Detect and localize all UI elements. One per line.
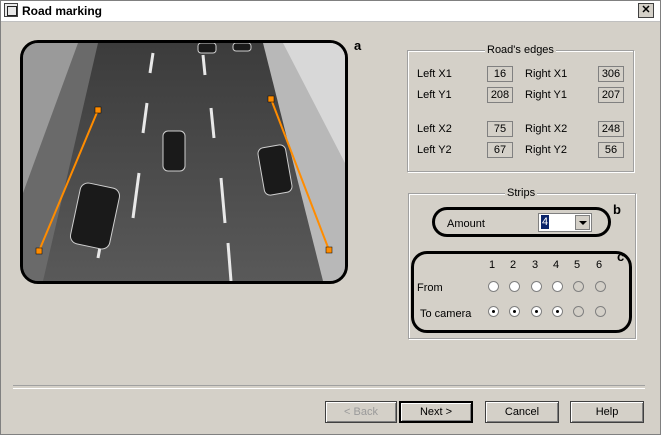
callout-a: a (354, 38, 362, 53)
callout-c: c (617, 249, 625, 264)
left-x1-value: 16 (487, 66, 513, 82)
strip-column-2: 2 (510, 259, 517, 271)
from-label: From (417, 282, 443, 294)
window-title: Road marking (22, 4, 103, 18)
left-x1-label: Left X1 (417, 68, 452, 80)
left-x2-value: 75 (487, 121, 513, 137)
app-icon (4, 3, 18, 17)
back-button[interactable]: < Back (325, 401, 397, 423)
to-camera-radio-1[interactable] (488, 306, 499, 317)
from-radio-4[interactable] (552, 281, 563, 292)
close-button[interactable]: ✕ (638, 3, 654, 18)
to-camera-radio-4[interactable] (552, 306, 563, 317)
right-y1-label: Right Y1 (525, 89, 567, 101)
camera-view[interactable] (20, 40, 348, 284)
cancel-button[interactable]: Cancel (485, 401, 559, 423)
right-y2-label: Right Y2 (525, 144, 567, 156)
right-x1-value: 306 (598, 66, 624, 82)
to-camera-radio-3[interactable] (531, 306, 542, 317)
strip-column-3: 3 (532, 259, 539, 271)
to-camera-radio-2[interactable] (509, 306, 520, 317)
left-x2-label: Left X2 (417, 123, 452, 135)
from-radio-5 (573, 281, 584, 292)
to-camera-radio-5 (573, 306, 584, 317)
from-radio-2[interactable] (509, 281, 520, 292)
separator (13, 385, 645, 389)
from-radio-1[interactable] (488, 281, 499, 292)
roads-edges-title: Road's edges (485, 44, 556, 56)
to-camera-label: To camera (420, 308, 472, 320)
from-radio-3[interactable] (531, 281, 542, 292)
right-x2-value: 248 (598, 121, 624, 137)
left-y1-label: Left Y1 (417, 89, 452, 101)
left-y2-value: 67 (487, 142, 513, 158)
help-button[interactable]: Help (570, 401, 644, 423)
chevron-down-icon[interactable] (575, 215, 590, 230)
strips-title: Strips (505, 187, 538, 199)
road-image (23, 43, 345, 281)
to-camera-radio-6 (595, 306, 606, 317)
from-radio-6 (595, 281, 606, 292)
left-y2-label: Left Y2 (417, 144, 452, 156)
strip-column-4: 4 (553, 259, 560, 271)
right-y1-value: 207 (598, 87, 624, 103)
road-marking-dialog: Road marking ✕ a Road's edges Left X1 16… (0, 0, 661, 435)
right-x2-label: Right X2 (525, 123, 568, 135)
amount-select[interactable]: 4 (538, 213, 592, 232)
strip-column-5: 5 (574, 259, 581, 271)
left-y1-value: 208 (487, 87, 513, 103)
title-bar: Road marking ✕ (1, 1, 660, 22)
right-x1-label: Right X1 (525, 68, 568, 80)
strip-column-6: 6 (596, 259, 603, 271)
strip-column-1: 1 (489, 259, 496, 271)
right-y2-value: 56 (598, 142, 624, 158)
amount-label: Amount (447, 218, 485, 230)
amount-value: 4 (541, 215, 550, 229)
callout-b: b (613, 202, 621, 217)
next-button[interactable]: Next > (399, 401, 473, 423)
